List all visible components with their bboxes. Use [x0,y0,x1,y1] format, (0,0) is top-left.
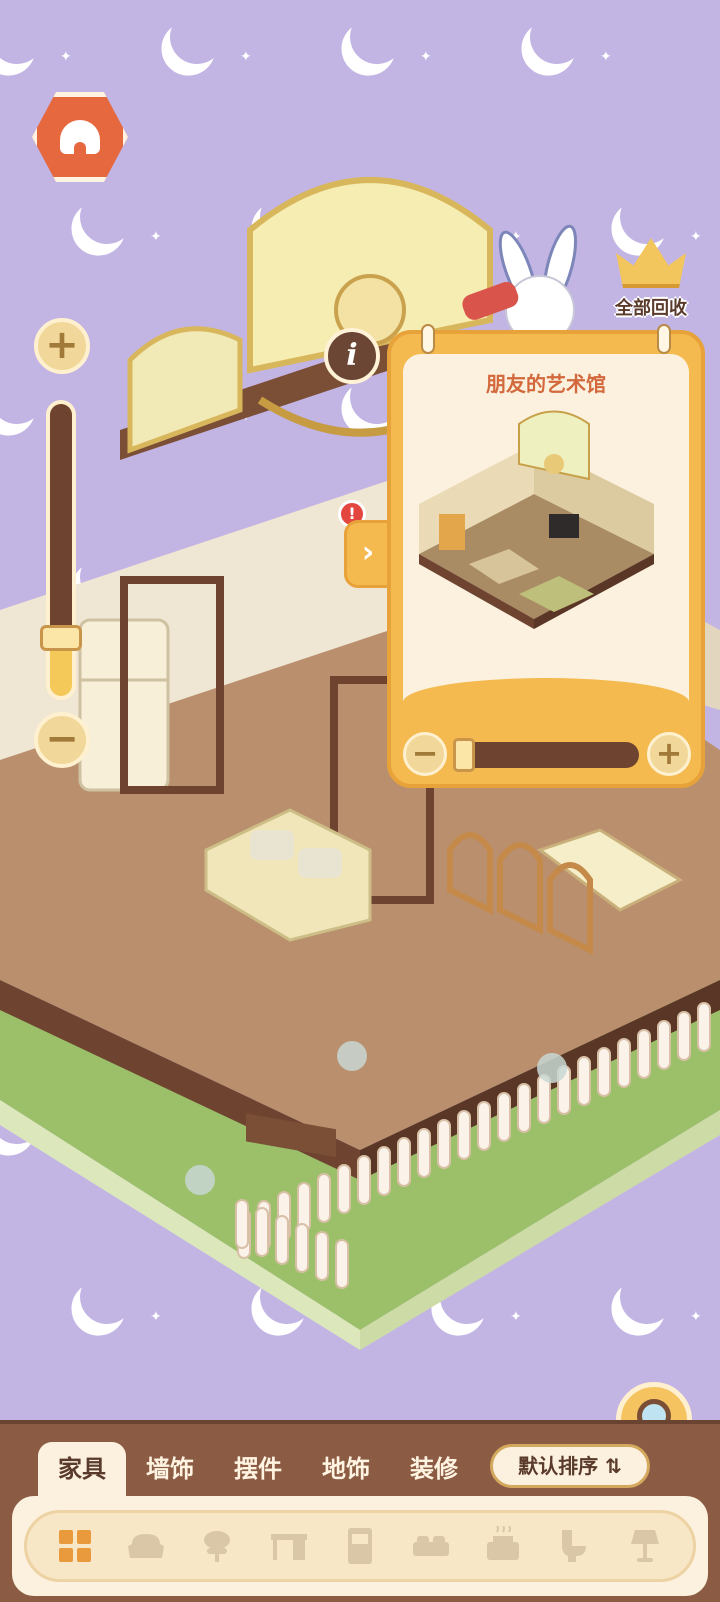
fence-picket [315,1231,329,1281]
desk-icon[interactable] [265,1522,313,1570]
star-icon: ✦ [420,49,432,65]
recycle-all-label: 全部回收 [615,298,687,319]
fence-picket [437,1119,451,1169]
bed-icon[interactable] [407,1522,455,1570]
panel-zoom-in-button[interactable]: + [647,732,691,776]
move-marker [337,1041,367,1071]
fence-picket [637,1029,651,1079]
fence-picket [337,1164,351,1214]
fence-picket [255,1207,269,1257]
tab-wall-decor[interactable]: 墙饰 [126,1442,214,1496]
moon-icon [162,2,231,71]
panel-pin [657,324,671,354]
stove-icon[interactable] [479,1522,527,1570]
fence-picket [275,1215,289,1265]
fence-picket [517,1083,531,1133]
zoom-slider-track[interactable] [46,400,76,700]
panel-title: 朋友的艺术馆 [486,372,606,396]
moon-icon [0,2,52,71]
zoom-slider-fill [50,404,72,626]
toilet-icon[interactable] [550,1522,598,1570]
fence-picket [295,1223,309,1273]
panel-pin [421,324,435,354]
all-icon[interactable] [51,1522,99,1570]
moon-icon [522,2,591,71]
fence-picket [417,1128,431,1178]
panel-zoom-track[interactable] [457,742,639,768]
fence-picket [657,1020,671,1070]
moon-icon [342,2,411,71]
tab-ornaments[interactable]: 摆件 [214,1442,302,1496]
chair-icon[interactable] [193,1522,241,1570]
subcategory-strip [24,1510,696,1582]
star-icon: ✦ [600,49,612,65]
furniture-toolbar: 家具 墙饰 摆件 地饰 装修 默认排序 ⇅ [0,1420,720,1602]
zoom-out-button[interactable]: − [34,712,90,768]
fence-picket [677,1011,691,1061]
cabinet-icon[interactable] [336,1522,384,1570]
panel-toggle-button[interactable]: › [344,520,392,588]
fence-picket [577,1056,591,1106]
star-icon: ✦ [60,49,72,65]
crown-basket-icon [616,238,686,288]
recycle-all-button[interactable]: 全部回收 [606,238,696,328]
gallery-preview-thumbnail[interactable] [409,404,659,634]
zoom-in-button[interactable]: + [34,318,90,374]
friend-gallery-panel: 朋友的艺术馆 − + [387,324,705,788]
armchair-icon[interactable] [122,1522,170,1570]
sort-button[interactable]: 默认排序 ⇅ [490,1444,650,1488]
info-button[interactable]: i [324,328,380,384]
star-icon: ✦ [240,49,252,65]
tab-renovation[interactable]: 装修 [390,1442,478,1496]
fence-picket [497,1092,511,1142]
fence-picket [235,1199,249,1249]
fence-picket [397,1137,411,1187]
fence-picket [697,1002,711,1052]
panel-zoom-thumb[interactable] [453,738,475,772]
fence-picket [457,1110,471,1160]
fence-picket [617,1038,631,1088]
mushroom-home-icon [60,120,100,154]
fence-picket [317,1173,331,1223]
tab-floor-decor[interactable]: 地饰 [302,1442,390,1496]
panel-zoom-out-button[interactable]: − [403,732,447,776]
move-marker [185,1165,215,1195]
move-marker [537,1053,567,1083]
fence-picket [357,1155,371,1205]
fence-picket [335,1239,349,1289]
fence-picket [597,1047,611,1097]
tab-furniture[interactable]: 家具 [38,1442,126,1496]
lamp-icon[interactable] [621,1522,669,1570]
fence-picket [477,1101,491,1151]
zoom-slider-thumb[interactable] [40,625,82,651]
fence-picket [377,1146,391,1196]
category-tabs: 家具 墙饰 摆件 地饰 装修 [38,1442,478,1496]
